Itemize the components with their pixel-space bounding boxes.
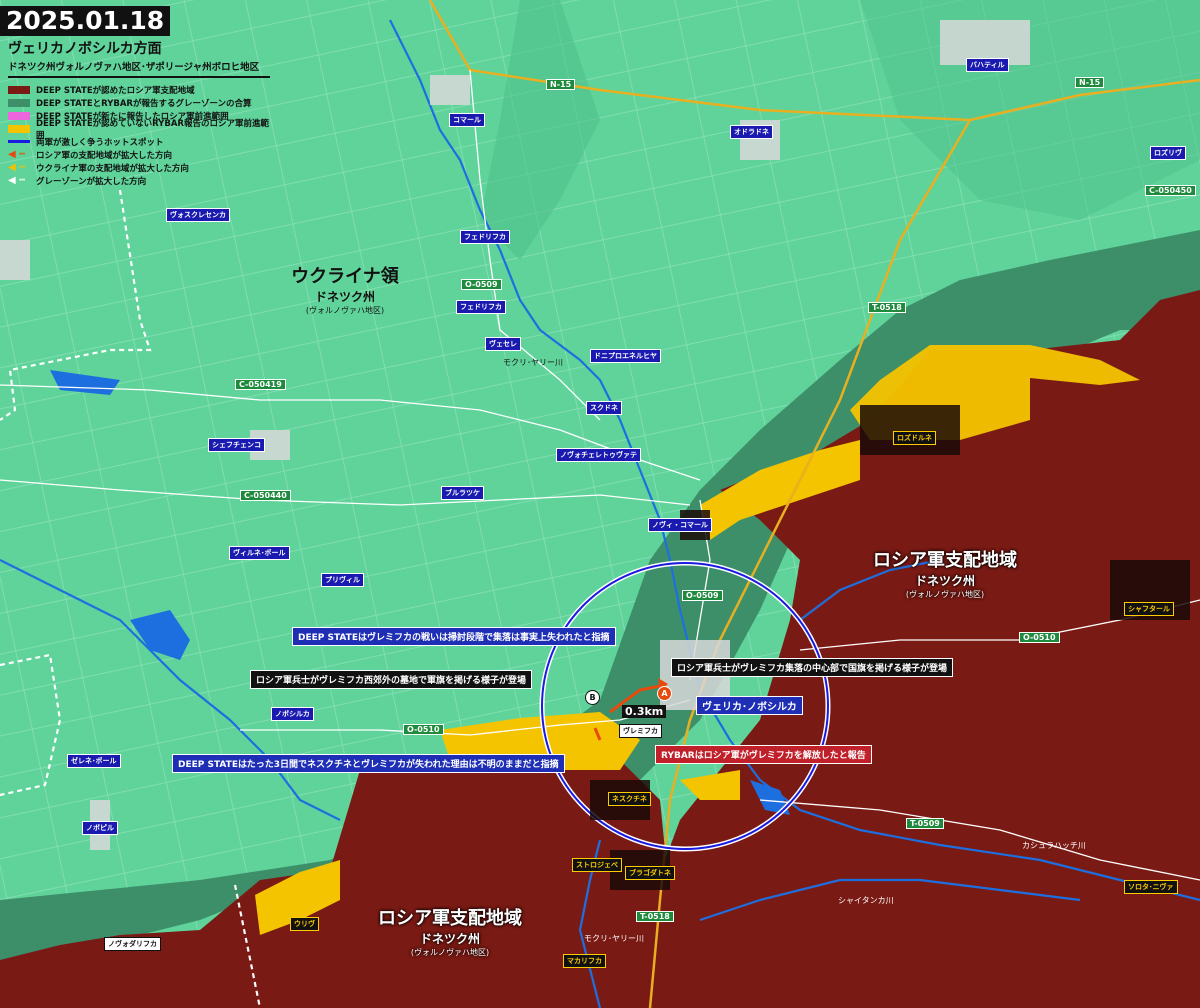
legend-swatch-new xyxy=(8,111,30,120)
place-label: ヴォスクレセンカ xyxy=(166,208,230,222)
legend-item: ◀ ┅ ウクライナ軍の支配地域が拡大した方向 xyxy=(8,161,189,174)
road-label: O-0510 xyxy=(1019,632,1060,643)
river-label: モクリ･ヤリー川 xyxy=(584,934,644,943)
road-label: N-15 xyxy=(546,79,576,90)
road-label: T-0518 xyxy=(868,302,906,313)
place-label: フェドリフカ xyxy=(460,230,510,244)
place-label: スクドネ xyxy=(586,401,622,415)
place-label: ネスクチネ xyxy=(608,792,651,806)
legend-swatch-rybar xyxy=(8,124,30,133)
place-label: フェドリフカ xyxy=(456,300,506,314)
callout-deepstate-cleanup: DEEP STATEはヴレミフカの戦いは掃討段階で集落は事実上失われたと指摘 xyxy=(292,627,616,646)
place-label: ノヴォダリフカ xyxy=(104,937,161,951)
callout-deepstate-unknown: DEEP STATEはたった3日間でネスクチネとヴレミフカが失われた理由は不明の… xyxy=(172,754,565,773)
place-label: プリヴィル xyxy=(321,573,364,587)
road-label: T-0518 xyxy=(636,911,674,922)
place-label: コマール xyxy=(449,113,485,127)
main-town-label: ヴェリカ･ノボシルカ xyxy=(696,696,803,715)
place-label: ソロタ･ニヴァ xyxy=(1124,880,1178,894)
map-date: 2025.01.18 xyxy=(0,6,171,36)
map-title: ヴェリカノボシルカ方面 xyxy=(8,41,162,57)
legend-item: DEEP STATEが認めたロシア軍支配地域 xyxy=(8,83,272,96)
road-label: T-0509 xyxy=(906,818,944,829)
place-label: ドニプロエネルヒヤ xyxy=(590,349,661,363)
legend-item: ◀ ┅ ロシア軍の支配地域が拡大した方向 xyxy=(8,148,173,161)
place-label: シェフチェンコ xyxy=(208,438,265,452)
place-label: ロズドルネ xyxy=(893,431,936,445)
road-label: O-0509 xyxy=(461,279,502,290)
legend-item: DEEP STATEとRYBARが報告するグレーゾーンの合算 xyxy=(8,96,272,109)
road-label: C-050419 xyxy=(235,379,286,390)
distance-label: 0.3km xyxy=(622,705,667,718)
river-label: シャイタンカ川 xyxy=(838,896,894,905)
arrow-icon: ◀ ┅ xyxy=(8,174,26,186)
legend-swatch-russia xyxy=(8,85,30,94)
place-label: ヴィルネ･ポール xyxy=(229,546,290,560)
region-label-russia-east: ロシア軍支配地域 ドネツク州 (ヴォルノヴァハ地区) xyxy=(873,550,1017,599)
place-label: ノボピル xyxy=(82,821,118,835)
header-panel: 2025.01.18 ヴェリカノボシルカ方面 ドネツク州ヴォルノヴァハ地区･ザポ… xyxy=(0,0,272,187)
legend-swatch-gray xyxy=(8,98,30,107)
river-label: モクリ･ヤリー川 xyxy=(503,358,563,367)
place-label: ノボシルカ xyxy=(271,707,314,721)
place-label: オドラドネ xyxy=(730,125,773,139)
legend: DEEP STATEが認めたロシア軍支配地域 DEEP STATEとRYBARが… xyxy=(8,83,272,187)
place-label: ロズリヴ xyxy=(1150,146,1186,160)
place-label: ノヴィ・コマール xyxy=(648,518,712,532)
legend-item: ◀ ┅ グレーゾーンが拡大した方向 xyxy=(8,174,147,187)
place-label: ブルラツケ xyxy=(441,486,484,500)
region-label-russia-south: ロシア軍支配地域 ドネツク州 (ヴォルノヴァハ地区) xyxy=(378,908,522,957)
place-label: シャフタール xyxy=(1124,602,1174,616)
place-label: ブラゴダトネ xyxy=(625,866,675,880)
callout-center-flag: ロシア軍兵士がヴレミフカ集落の中心部で国旗を掲げる様子が登場 xyxy=(671,658,954,677)
map-subtitle: ドネツク州ヴォルノヴァハ地区･ザポリージャ州ボロヒ地区 xyxy=(8,59,270,78)
place-label: バハティル xyxy=(966,58,1009,72)
road-label: O-0510 xyxy=(403,724,444,735)
road-label: N-15 xyxy=(1075,77,1105,88)
legend-swatch-hotspot xyxy=(8,140,30,143)
road-label: O-0509 xyxy=(682,590,723,601)
callout-cemetery-flag: ロシア軍兵士がヴレミフカ西郊外の墓地で軍旗を掲げる様子が登場 xyxy=(250,670,533,689)
arrow-icon: ◀ ┅ xyxy=(8,148,26,160)
marker-a: A xyxy=(657,686,672,701)
place-label: マカリフカ xyxy=(563,954,606,968)
arrow-icon: ◀ ┅ xyxy=(8,161,26,173)
place-label: ストロジェベ xyxy=(572,858,622,872)
river-label: カシュラハッチ川 xyxy=(1022,841,1086,850)
place-label: ヴェセレ xyxy=(485,337,521,351)
region-label-ukraine: ウクライナ領 ドネツク州 (ヴォルノヴァハ地区) xyxy=(291,266,399,315)
legend-item: DEEP STATEが認めていないRYBAR報告のロシア軍前進範囲 xyxy=(8,119,272,141)
callout-rybar-liberated: RYBARはロシア軍がヴレミフカを解放したと報告 xyxy=(655,745,872,764)
marker-b: B xyxy=(585,690,600,705)
place-label: ヴレミフカ xyxy=(619,724,662,738)
place-label: ウリヴ xyxy=(290,917,319,931)
place-label: ノヴォチェレトゥヴァテ xyxy=(556,448,641,462)
road-label: C-050440 xyxy=(240,490,291,501)
road-label: C-050450 xyxy=(1145,185,1196,196)
place-label: ゼレネ･ポール xyxy=(67,754,121,768)
